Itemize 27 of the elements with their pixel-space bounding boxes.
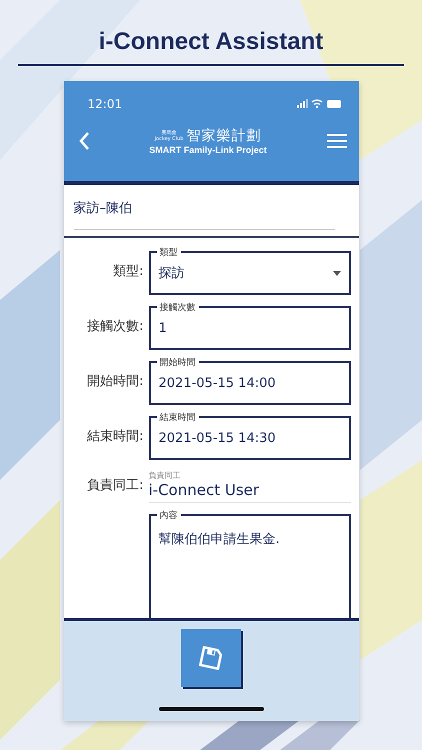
field-legend: 類型 (156, 246, 180, 259)
field-label: 負責同工: (86, 476, 144, 494)
field-value: 2021-05-15 14:30 (158, 430, 276, 446)
field-value: i-Connect User (148, 481, 260, 499)
field-label: 開始時間: (86, 372, 144, 390)
record-title: 家訪–陳伯 (74, 199, 334, 230)
field-label: 結束時間: (86, 428, 144, 444)
field-legend: 內容 (156, 509, 180, 522)
logo-text: SMART Family-Link Project (149, 145, 267, 155)
field-legend: 接觸次數 (156, 301, 198, 314)
banner-title: i-Connect Assistant (98, 28, 324, 56)
logo-text: 智家樂計劃 (186, 127, 262, 145)
menu-icon[interactable] (326, 133, 346, 149)
field-legend: 結束時間 (156, 411, 198, 424)
save-button[interactable] (181, 629, 241, 687)
status-time: 12:01 (88, 97, 122, 111)
field-value: 幫陳伯伯申請生果金. (158, 531, 280, 548)
field-legend: 負責同工 (148, 470, 350, 481)
field-legend: 開始時間 (156, 356, 198, 369)
back-icon[interactable] (78, 131, 90, 151)
dropdown-caret-icon (332, 270, 340, 276)
field-value: 2021-05-15 14:00 (158, 376, 276, 390)
status-icons (296, 99, 342, 109)
field-label: 接觸次數: (86, 318, 144, 334)
field-label: 類型: (112, 262, 144, 280)
field-value: 探訪 (158, 265, 184, 282)
field-value: 1 (158, 320, 167, 336)
